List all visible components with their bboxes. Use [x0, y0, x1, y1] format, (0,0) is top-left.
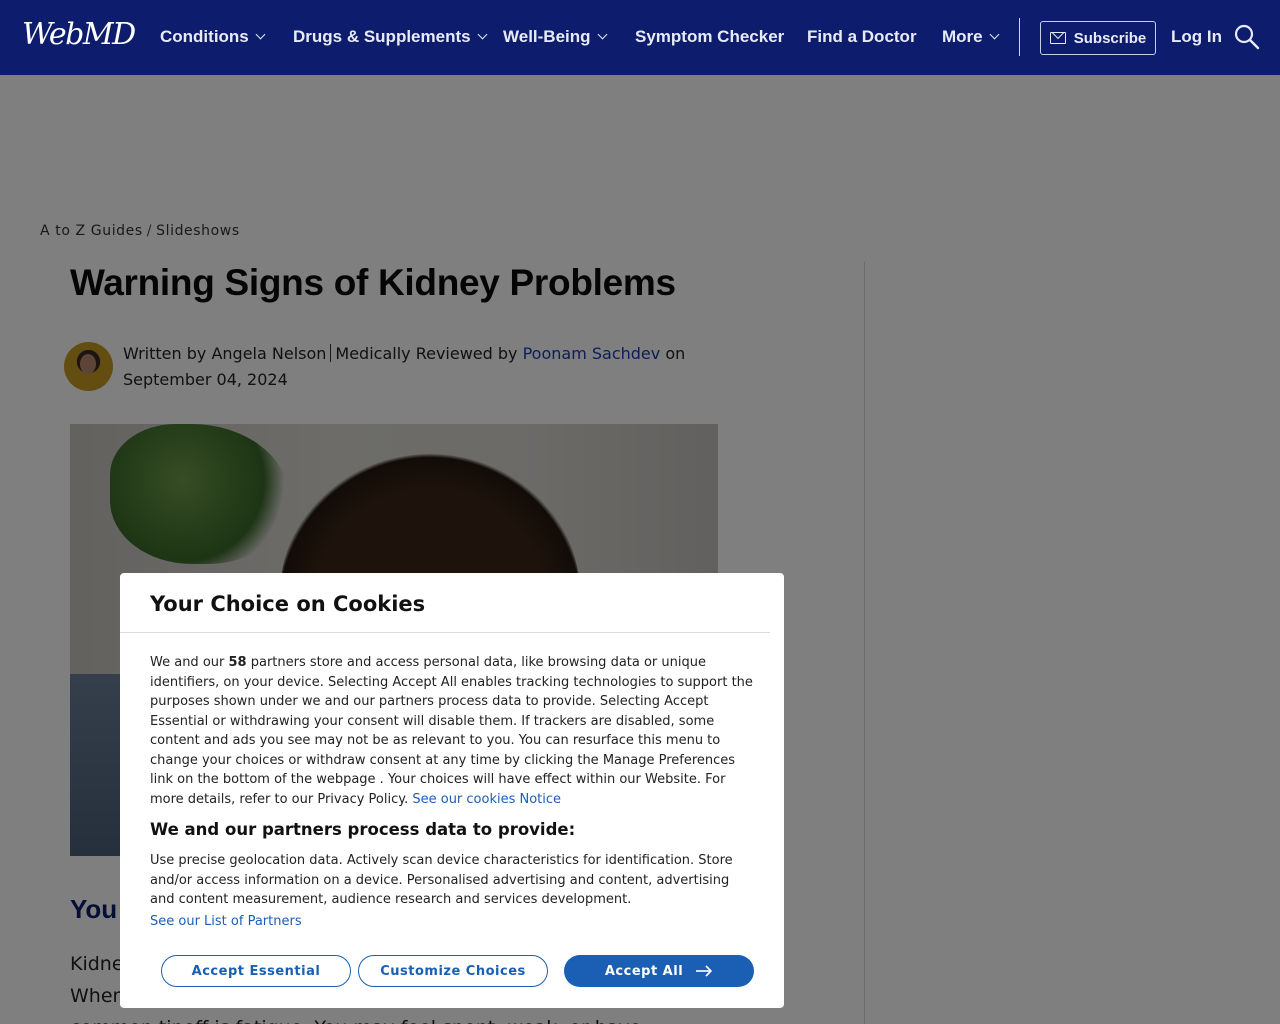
button-label: Customize Choices [380, 963, 526, 979]
customize-choices-button[interactable]: Customize Choices [358, 955, 548, 987]
nav-drugs-supplements[interactable]: Drugs & Supplements [293, 27, 488, 47]
partners-list-link[interactable]: See our List of Partners [150, 914, 302, 929]
nav-find-a-doctor[interactable]: Find a Doctor [807, 27, 917, 47]
accept-all-button[interactable]: Accept All [564, 955, 754, 987]
subscribe-button[interactable]: Subscribe [1040, 21, 1156, 55]
nav-label: Drugs & Supplements [293, 27, 471, 46]
top-navigation: WebMD Conditions Drugs & Supplements Wel… [0, 0, 1280, 75]
partners-count: 58 [228, 655, 247, 670]
login-link[interactable]: Log In [1171, 27, 1222, 47]
search-icon[interactable] [1234, 24, 1260, 50]
cookie-dialog-title: Your Choice on Cookies [150, 592, 426, 616]
subscribe-label: Subscribe [1073, 29, 1147, 47]
arrow-right-icon [696, 965, 713, 977]
nav-well-being[interactable]: Well-Being [503, 27, 607, 47]
nav-conditions[interactable]: Conditions [160, 27, 266, 47]
nav-label: Conditions [160, 27, 249, 46]
purposes-text: Use precise geolocation data. Actively s… [150, 853, 733, 907]
dialog-divider [120, 632, 770, 633]
cookie-dialog-body: We and our 58 partners store and access … [150, 653, 755, 809]
nav-label: Find a Doctor [807, 27, 917, 46]
body-text: partners store and access personal data,… [150, 655, 753, 807]
webmd-logo[interactable]: WebMD [22, 17, 136, 52]
nav-label: Symptom Checker [635, 27, 785, 46]
body-text: We and our [150, 655, 225, 670]
nav-label: More [942, 27, 983, 46]
nav-more[interactable]: More [942, 27, 1000, 47]
button-label: Accept Essential [191, 963, 321, 979]
nav-divider [1019, 18, 1020, 56]
nav-label: Well-Being [503, 27, 591, 46]
mail-icon [1049, 32, 1066, 44]
chevron-down-icon [597, 29, 607, 40]
cookie-dialog-subheading: We and our partners process data to prov… [150, 820, 576, 839]
chevron-down-icon [989, 29, 1000, 40]
cookie-consent-dialog: Your Choice on Cookies We and our 58 par… [120, 573, 784, 1008]
accept-essential-button[interactable]: Accept Essential [161, 955, 351, 987]
cookies-notice-link[interactable]: See our cookies Notice [412, 792, 561, 807]
button-label: Accept All [604, 963, 684, 979]
nav-symptom-checker[interactable]: Symptom Checker [635, 27, 784, 47]
chevron-down-icon [255, 29, 266, 40]
chevron-down-icon [477, 29, 488, 40]
